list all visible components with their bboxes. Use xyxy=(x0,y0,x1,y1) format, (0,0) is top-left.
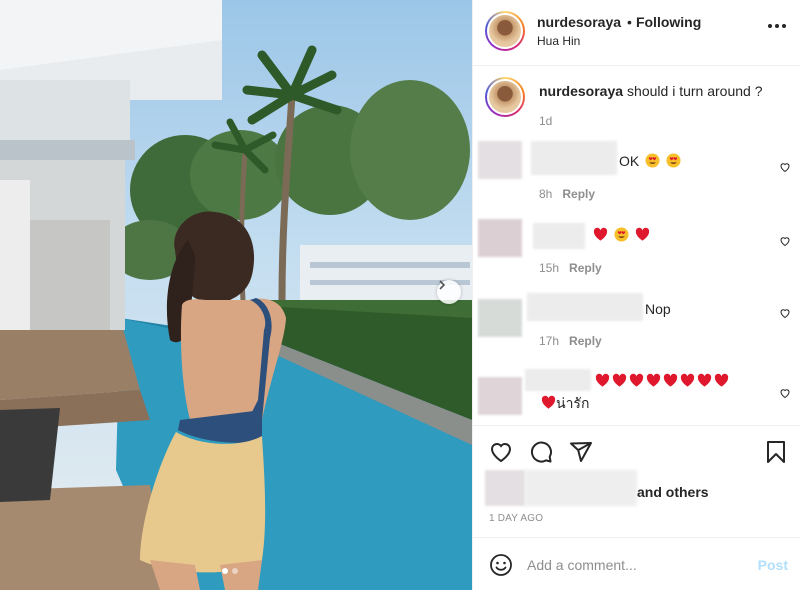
red-heart-emoji-icon xyxy=(541,395,556,409)
blurred-liker-name xyxy=(525,470,637,506)
comment-meta: 15h Reply xyxy=(539,261,602,275)
header-username-row: nurdesoraya • Following xyxy=(537,14,701,30)
comments-list[interactable]: nurdesoraya should i turn around ? 1d OK … xyxy=(473,67,800,425)
red-heart-emoji-icon xyxy=(612,373,627,387)
more-icon[interactable] xyxy=(768,24,786,28)
caption-username[interactable]: nurdesoraya xyxy=(539,83,623,99)
red-heart-emoji-icon xyxy=(593,227,608,241)
comment-avatar[interactable] xyxy=(478,299,522,337)
comment-input[interactable] xyxy=(527,552,737,578)
comment-text-body: OK xyxy=(619,153,640,169)
red-heart-emoji-icon xyxy=(714,373,729,387)
post-photo[interactable] xyxy=(0,0,472,590)
heart-icon[interactable] xyxy=(489,440,513,464)
comment-text: น่ารัก xyxy=(539,393,589,415)
comment-item: OK 8h Reply xyxy=(473,139,800,211)
comment-hearts xyxy=(593,373,729,389)
following-button[interactable]: Following xyxy=(636,14,701,30)
comment-avatar[interactable] xyxy=(478,219,522,257)
comment-item: 15h Reply xyxy=(473,217,800,289)
red-heart-emoji-icon xyxy=(680,373,695,387)
red-heart-emoji-icon xyxy=(663,373,678,387)
comment-text: OK xyxy=(619,153,681,169)
carousel-next-button[interactable] xyxy=(437,280,461,304)
bookmark-icon[interactable] xyxy=(764,440,788,464)
add-comment-bar: Post xyxy=(473,537,800,590)
blurred-username xyxy=(525,369,591,391)
reply-button[interactable]: Reply xyxy=(569,261,602,275)
like-comment-heart-icon[interactable] xyxy=(779,387,791,399)
caption-avatar[interactable] xyxy=(485,77,525,117)
chevron-right-icon xyxy=(439,280,446,290)
photo-scene xyxy=(0,0,472,590)
header-separator: • xyxy=(627,14,632,30)
heart-eyes-emoji-icon xyxy=(645,153,660,168)
red-heart-emoji-icon xyxy=(697,373,712,387)
carousel-dot xyxy=(232,568,238,574)
heart-eyes-emoji-icon xyxy=(614,227,629,242)
share-icon[interactable] xyxy=(569,440,593,464)
blurred-username xyxy=(531,141,617,175)
red-heart-emoji-icon xyxy=(629,373,644,387)
comment-avatar[interactable] xyxy=(478,377,522,415)
like-comment-heart-icon[interactable] xyxy=(779,161,791,173)
like-comment-heart-icon[interactable] xyxy=(779,235,791,247)
carousel-dots xyxy=(222,568,238,574)
comment-item: น่ารัก xyxy=(473,363,800,425)
smile-icon[interactable] xyxy=(489,553,513,577)
like-comment-heart-icon[interactable] xyxy=(779,307,791,319)
comment-text-body: น่ารัก xyxy=(556,395,590,411)
caption-body: should i turn around ? xyxy=(627,83,763,99)
comment-icon[interactable] xyxy=(529,440,553,464)
reply-button[interactable]: Reply xyxy=(569,334,602,348)
post-header: nurdesoraya • Following Hua Hin xyxy=(473,0,800,66)
comment-time: 8h xyxy=(539,187,553,201)
post-date: 1 DAY AGO xyxy=(489,513,544,524)
location-link[interactable]: Hua Hin xyxy=(537,34,580,48)
blurred-username xyxy=(527,293,643,321)
comment-avatar[interactable] xyxy=(478,141,522,179)
caption-text: nurdesoraya should i turn around ? xyxy=(539,83,762,99)
post-caption: nurdesoraya should i turn around ? 1d xyxy=(473,67,800,133)
caption-time: 1d xyxy=(539,114,553,128)
blurred-username xyxy=(533,223,585,249)
post-side-panel: nurdesoraya • Following Hua Hin nurdesoray… xyxy=(472,0,800,590)
liker-avatar[interactable] xyxy=(485,470,525,506)
comment-text xyxy=(591,227,650,243)
header-username[interactable]: nurdesoraya xyxy=(537,14,621,30)
red-heart-emoji-icon xyxy=(635,227,649,241)
comment-time: 17h xyxy=(539,334,560,348)
comment-meta: 17h Reply xyxy=(539,334,602,348)
comment-item: Nop 17h Reply xyxy=(473,293,800,365)
red-heart-emoji-icon xyxy=(595,373,610,387)
carousel-dot-active xyxy=(222,568,228,574)
reply-button[interactable]: Reply xyxy=(562,187,595,201)
red-heart-emoji-icon xyxy=(646,373,661,387)
comment-text: Nop xyxy=(645,301,671,317)
comment-meta: 8h Reply xyxy=(539,187,595,201)
likes-others-link[interactable]: and others xyxy=(637,484,709,500)
avatar[interactable] xyxy=(485,11,525,51)
post-button[interactable]: Post xyxy=(758,557,788,573)
heart-eyes-emoji-icon xyxy=(666,153,681,168)
post-actions: and others 1 DAY AGO xyxy=(473,425,800,537)
comment-time: 15h xyxy=(539,261,560,275)
